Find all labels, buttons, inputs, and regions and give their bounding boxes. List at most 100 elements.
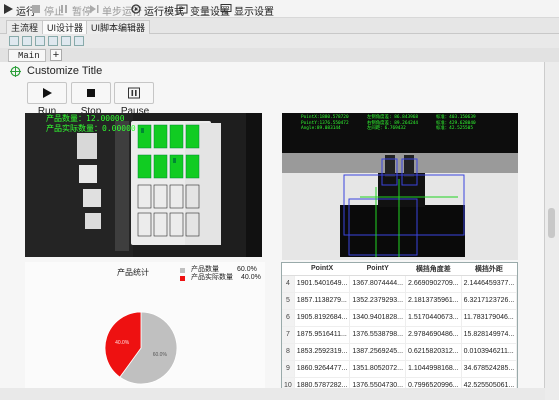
right-overlay-standard: 标准：403.150639 标准：429.628040 标准：42.525505 [436, 115, 476, 132]
app-window: 运行 停止 暂停 单步运行 运行模式 变量设置 显示设置 主流程 UI设计器 U… [0, 0, 559, 400]
legend-item: 产品数量 60.0% [180, 266, 261, 274]
row-number: 9 [282, 360, 295, 378]
mode-icon [131, 4, 141, 14]
pause-icon [61, 5, 67, 13]
overlay-line: PointX:1880.578720 [301, 115, 349, 120]
table-cell: 0.0103946211... [461, 343, 518, 361]
column-header[interactable]: 横挡角度差 [405, 263, 462, 276]
results-grid: PointX PointY 横挡角度差 横挡外距 4 1901.5401649... 13… [282, 263, 518, 395]
table-cell: 1376.5538798... [349, 326, 407, 344]
overlay-line: 产品数量：12.00000 [46, 114, 125, 123]
table-cell: 11.783179046... [461, 309, 518, 327]
table-row[interactable]: 8 1853.2592319... 1387.2569245... 0.6215820… [282, 343, 518, 361]
pie-slice-label: 60.0% [153, 352, 168, 358]
page-tabs: Main + [0, 48, 559, 62]
table-row[interactable]: 9 1860.9264477... 1351.8052072... 1.1044998… [282, 360, 518, 378]
legend-value: 40.0% [241, 274, 261, 281]
row-number: 8 [282, 343, 295, 361]
align-center-icon[interactable] [22, 36, 32, 46]
overlay-line: 标准：403.150639 [436, 115, 476, 120]
product-stats-chart: 产品统计 产品数量 60.0% 产品实际数量 40.0% 60.0% 40.0% [25, 262, 265, 400]
table-cell: 1387.2569245... [349, 343, 407, 361]
left-overlay: 产品数量：12.00000 产品实际数量：0.00000 [46, 114, 136, 134]
row-number: 5 [282, 292, 295, 310]
panel-header: Customize Title [10, 65, 102, 77]
table-row[interactable]: 7 1875.9516411... 1376.5538798... 2.9784690… [282, 326, 518, 344]
right-camera-view[interactable]: PointX:1880.578720 PointY:1376.550472 An… [282, 113, 518, 260]
overlay-line: 产品实际数量：0.00000 [46, 124, 136, 133]
variable-icon [176, 4, 188, 14]
right-overlay-angles: 左侧角度差: 86.843968 右侧角度差: 89.264244 左间距：6.… [367, 115, 418, 132]
toolbar-label: 显示设置 [234, 7, 274, 18]
table-cell: 1352.2379293... [349, 292, 407, 310]
pause-button[interactable] [114, 82, 154, 104]
step-icon [90, 5, 99, 13]
align-bottom-icon[interactable] [61, 36, 71, 46]
table-cell: 1.1044998168... [405, 360, 462, 378]
table-header-row: PointX PointY 横挡角度差 横挡外距 [282, 263, 517, 276]
play-icon [4, 4, 13, 14]
table-body: 4 1901.5401649... 1367.8074444... 2.6690902… [282, 275, 518, 395]
table-cell: 1857.1138279... [294, 292, 351, 310]
run-button[interactable] [27, 82, 67, 104]
row-number: 6 [282, 309, 295, 327]
designer-canvas: Customize Title Run Stop Pause 产品数量：12.0… [0, 62, 545, 400]
table-cell: 1853.2592319... [294, 343, 351, 361]
table-cell: 0.6215820312... [405, 343, 462, 361]
legend-swatch [180, 267, 185, 273]
row-number: 7 [282, 326, 295, 344]
tab-main-flow[interactable]: 主流程 [6, 20, 44, 34]
table-cell: 34.678524285... [461, 360, 518, 378]
table-cell: 1367.8074444... [349, 275, 407, 293]
align-left-icon[interactable] [9, 36, 19, 46]
tab-main-page[interactable]: Main [8, 49, 46, 62]
table-cell: 2.9784690486... [405, 326, 462, 344]
table-cell: 1351.8052072... [349, 360, 407, 378]
column-header[interactable]: PointY [349, 263, 406, 276]
results-table[interactable]: PointX PointY 横挡角度差 横挡外距 4 1901.5401649... 13… [281, 262, 518, 395]
pie-slice-label: 40.0% [115, 340, 130, 346]
tab-ui-designer[interactable]: UI设计器 [42, 20, 89, 34]
monitor-icon [220, 4, 232, 15]
table-row[interactable]: 5 1857.1138279... 1352.2379293... 2.1813735… [282, 292, 518, 310]
pause-icon [128, 87, 140, 99]
crosshair-icon [10, 65, 21, 77]
align-right-icon[interactable] [35, 36, 45, 46]
table-cell: 2.6690902709... [405, 275, 462, 293]
legend-label: 产品数量 [191, 266, 219, 273]
column-header[interactable] [282, 263, 295, 276]
panel-title: Customize Title [27, 65, 103, 77]
pie-chart: 60.0% 40.0% [104, 311, 178, 385]
table-row[interactable]: 6 1905.8192684... 1340.9401828... 1.5170440… [282, 309, 518, 327]
left-camera-image [25, 113, 262, 257]
table-cell: 2.1446459377... [461, 275, 518, 293]
play-icon [43, 88, 52, 98]
left-camera-view[interactable]: 产品数量：12.00000 产品实际数量：0.00000 [25, 113, 262, 257]
horizontal-scrollbar[interactable] [0, 388, 545, 400]
add-page-button[interactable]: + [50, 49, 62, 61]
table-cell: 15.828149974... [461, 326, 518, 344]
column-header[interactable]: 横挡外距 [461, 263, 517, 276]
chart-title: 产品统计 [117, 268, 149, 277]
editor-tabs: 主流程 UI设计器 UI脚本编辑器 [0, 18, 559, 34]
stop-button[interactable] [71, 82, 111, 104]
column-header[interactable]: PointX [294, 263, 350, 276]
table-cell: 2.1813735961... [405, 292, 462, 310]
table-row[interactable]: 4 1901.5401649... 1367.8074444... 2.6690902… [282, 275, 518, 293]
legend-item: 产品实际数量 40.0% [180, 274, 261, 282]
align-top-icon[interactable] [48, 36, 58, 46]
vertical-scroll-thumb[interactable] [548, 208, 555, 238]
overlay-line: 左间距：6.769432 [367, 126, 406, 131]
table-cell: 1905.8192684... [294, 309, 351, 327]
designer-icon-bar [0, 34, 559, 48]
tab-ui-script-editor[interactable]: UI脚本编辑器 [86, 20, 151, 34]
distribute-icon[interactable] [74, 36, 84, 46]
display-settings-toolbar-button[interactable]: 显示设置 [220, 0, 274, 18]
table-cell: 1860.9264477... [294, 360, 351, 378]
chart-legend: 产品数量 60.0% 产品实际数量 40.0% [180, 266, 261, 282]
right-overlay-point: PointX:1880.578720 PointY:1376.550472 An… [301, 115, 349, 132]
legend-value: 60.0% [237, 266, 257, 273]
pause-toolbar-button[interactable]: 暂停 [58, 0, 92, 18]
right-camera-image [282, 113, 518, 260]
main-toolbar: 运行 停止 暂停 单步运行 运行模式 变量设置 显示设置 [0, 0, 559, 18]
